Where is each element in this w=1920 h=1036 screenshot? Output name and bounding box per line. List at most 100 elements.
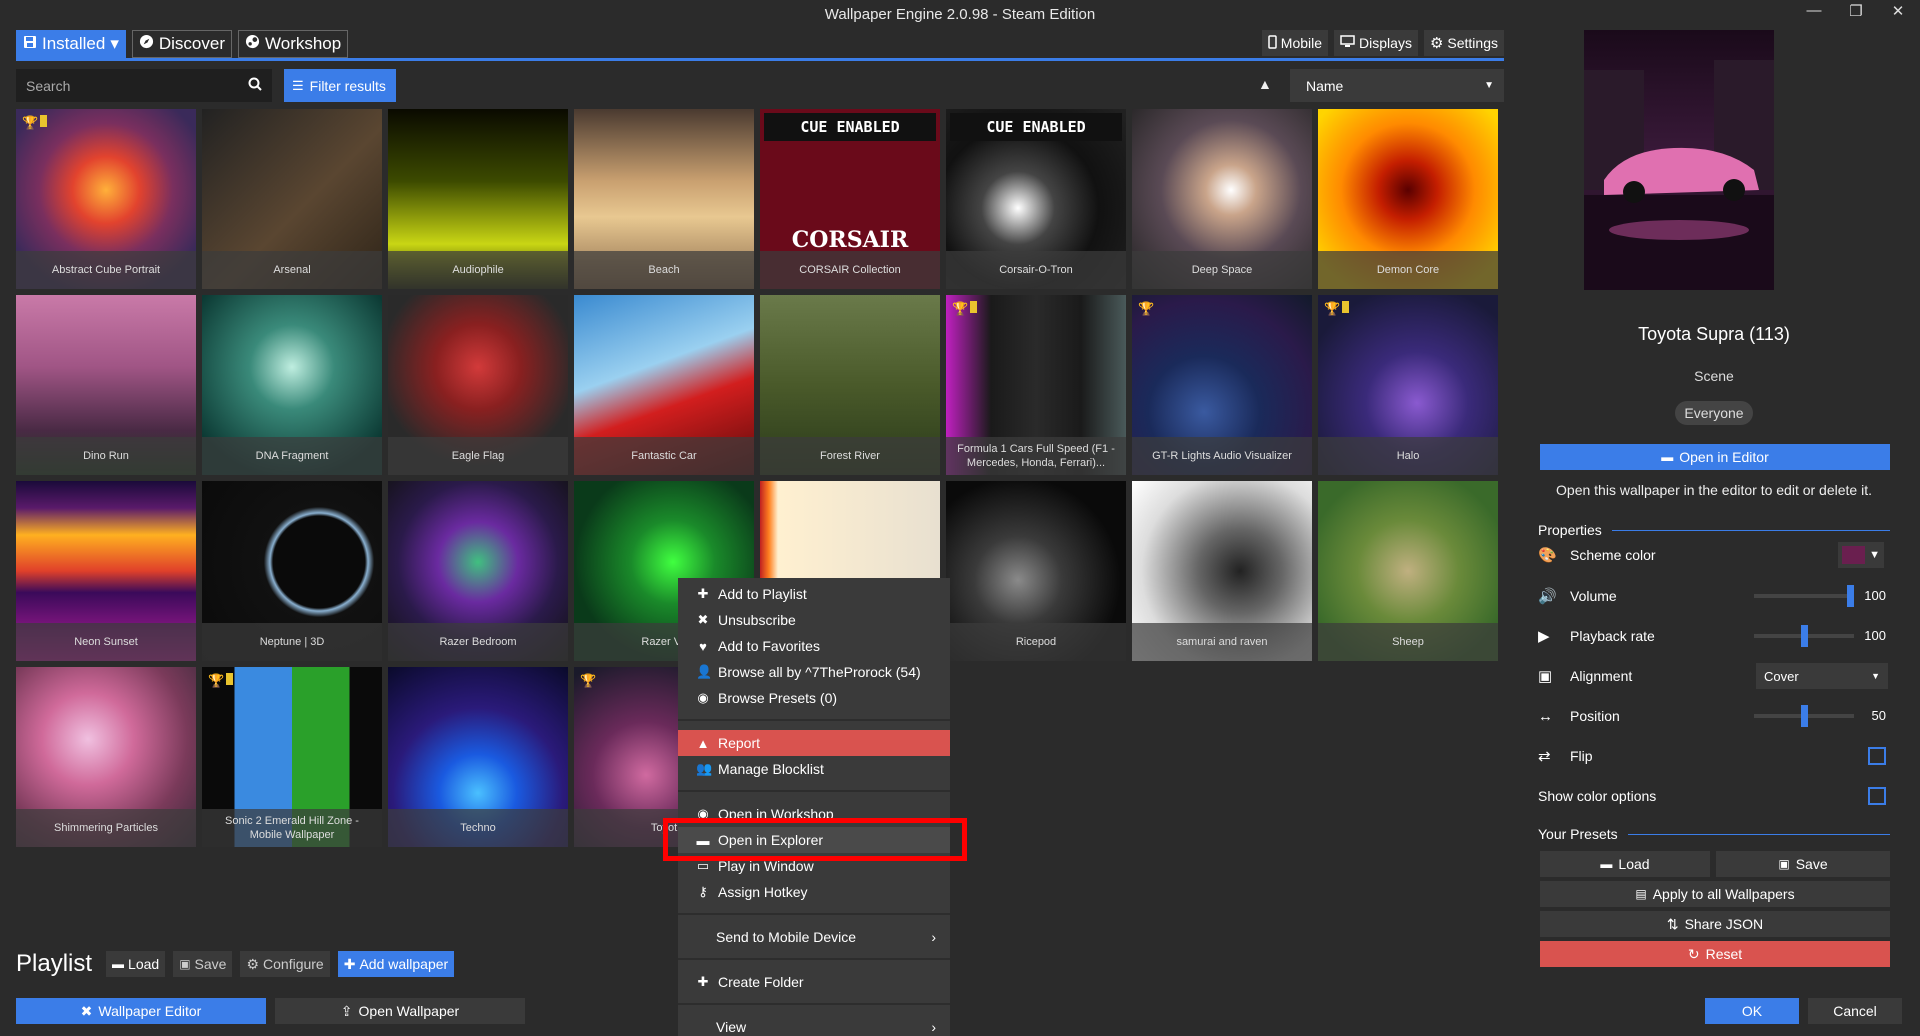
tab-installed[interactable]: Installed ▾ bbox=[16, 30, 126, 58]
close-button[interactable]: ✕ bbox=[1878, 2, 1918, 20]
slider-handle[interactable] bbox=[1847, 585, 1854, 607]
position-slider[interactable] bbox=[1754, 705, 1854, 727]
menu-add-to-playlist[interactable]: ✚ Add to Playlist bbox=[678, 581, 950, 607]
show-color-checkbox[interactable] bbox=[1868, 787, 1886, 805]
wallpaper-tile[interactable]: 🏆 Halo bbox=[1318, 295, 1498, 475]
wallpaper-tile[interactable]: Razer Bedroom bbox=[388, 481, 568, 661]
property-label: Position bbox=[1570, 708, 1620, 724]
wallpaper-tile[interactable]: DNA Fragment bbox=[202, 295, 382, 475]
playlist-bar: Playlist ▬ Load ▣ Save ⚙ Configure ✚ Add wal… bbox=[16, 950, 455, 978]
content-rating-badge: Everyone bbox=[1675, 401, 1753, 425]
scheme-color-picker[interactable]: ▼ bbox=[1838, 542, 1884, 568]
playback-rate-slider[interactable] bbox=[1754, 625, 1854, 647]
preset-load-button[interactable]: ▬ Load bbox=[1540, 851, 1710, 877]
playback-rate-value: 100 bbox=[1864, 628, 1886, 643]
badges: 🏆 bbox=[22, 115, 48, 131]
ok-button[interactable]: OK bbox=[1705, 998, 1799, 1024]
wallpaper-tile[interactable]: Neon Sunset bbox=[16, 481, 196, 661]
mobile-button[interactable]: Mobile bbox=[1261, 30, 1329, 56]
apply-all-button[interactable]: ▤ Apply to all Wallpapers bbox=[1540, 881, 1890, 907]
flip-row: ⇄ Flip bbox=[1538, 741, 1890, 771]
reset-button[interactable]: ↻ Reset bbox=[1540, 941, 1890, 967]
menu-browse-presets[interactable]: ◉ Browse Presets (0) bbox=[678, 685, 950, 711]
slider-handle[interactable] bbox=[1800, 705, 1808, 727]
wallpaper-tile[interactable]: Techno bbox=[388, 667, 568, 847]
menu-report[interactable]: ▲ Report bbox=[678, 730, 950, 756]
wallpaper-name: Neon Sunset bbox=[16, 623, 196, 661]
menu-add-to-favorites[interactable]: ♥ Add to Favorites bbox=[678, 633, 950, 659]
wallpaper-tile[interactable]: Shimmering Particles bbox=[16, 667, 196, 847]
wallpaper-tile[interactable]: Fantastic Car bbox=[574, 295, 754, 475]
wallpaper-tile[interactable]: CUE ENABLED CORSAIR CORSAIR Collection bbox=[760, 109, 940, 289]
heart-icon: ♥ bbox=[699, 638, 707, 654]
menu-assign-hotkey[interactable]: ⚷ Assign Hotkey bbox=[678, 879, 950, 905]
plus-icon: ✚ bbox=[697, 586, 709, 601]
property-label: Alignment bbox=[1570, 668, 1633, 684]
playlist-save-button[interactable]: ▣ Save bbox=[173, 951, 233, 977]
filter-results-button[interactable]: ☰ Filter results bbox=[284, 69, 396, 102]
wallpaper-tile[interactable]: Audiophile bbox=[388, 109, 568, 289]
search-input[interactable]: Search bbox=[16, 69, 272, 102]
cancel-button[interactable]: Cancel bbox=[1808, 998, 1902, 1024]
tab-workshop[interactable]: Workshop bbox=[238, 30, 349, 58]
playlist-load-button[interactable]: ▬ Load bbox=[106, 951, 166, 977]
menu-divider bbox=[678, 790, 950, 792]
wallpaper-tile[interactable]: Dino Run bbox=[16, 295, 196, 475]
wallpaper-tile[interactable]: Sheep bbox=[1318, 481, 1498, 661]
menu-manage-blocklist[interactable]: 👥 Manage Blocklist bbox=[678, 756, 950, 782]
wallpaper-tile[interactable]: Arsenal bbox=[202, 109, 382, 289]
minimize-button[interactable]: — bbox=[1794, 2, 1834, 19]
volume-slider[interactable] bbox=[1754, 585, 1854, 607]
wallpaper-tile[interactable]: 🏆 GT-R Lights Audio Visualizer bbox=[1132, 295, 1312, 475]
menu-send-to-mobile[interactable]: Send to Mobile Device › bbox=[678, 924, 950, 950]
tag-icon bbox=[226, 673, 234, 685]
button-label: Save bbox=[1795, 856, 1828, 872]
sort-direction-icon[interactable]: ▲ bbox=[1258, 76, 1272, 92]
palette-icon: 🎨 bbox=[1538, 547, 1557, 564]
open-wallpaper-button[interactable]: ⇪ Open Wallpaper bbox=[275, 998, 525, 1024]
wallpaper-editor-button[interactable]: ✖ Wallpaper Editor bbox=[16, 998, 266, 1024]
menu-label: Send to Mobile Device bbox=[716, 929, 857, 945]
alignment-select[interactable]: Cover ▼ bbox=[1756, 663, 1888, 689]
position-value: 50 bbox=[1871, 708, 1886, 723]
wallpaper-tile[interactable]: 🏆 Abstract Cube Portrait bbox=[16, 109, 196, 289]
slider-handle[interactable] bbox=[1800, 625, 1808, 647]
sort-field-select[interactable]: Name ▼ bbox=[1290, 69, 1504, 102]
flip-checkbox[interactable] bbox=[1868, 747, 1886, 765]
menu-label: Browse all by ^7TheProrock (54) bbox=[718, 664, 921, 680]
menu-unsubscribe[interactable]: ✖ Unsubscribe bbox=[678, 607, 950, 633]
menu-create-folder[interactable]: ✚ Create Folder bbox=[678, 969, 950, 995]
settings-button[interactable]: ⚙ Settings bbox=[1423, 30, 1504, 56]
trophy-icon: 🏆 bbox=[1324, 301, 1341, 316]
select-value: Cover bbox=[1764, 668, 1799, 684]
trophy-icon: 🏆 bbox=[580, 673, 597, 688]
restore-button[interactable]: ❐ bbox=[1836, 2, 1876, 20]
wallpaper-tile[interactable]: 🏆 Formula 1 Cars Full Speed (F1 - Merced… bbox=[946, 295, 1126, 475]
wallpaper-tile[interactable]: samurai and raven bbox=[1132, 481, 1312, 661]
badges: 🏆 bbox=[952, 301, 978, 317]
wallpaper-title: Toyota Supra (113) bbox=[1638, 324, 1790, 344]
button-label: Open Wallpaper bbox=[358, 1003, 460, 1019]
wallpaper-name: Forest River bbox=[760, 437, 940, 475]
share-json-button[interactable]: ⇅ Share JSON bbox=[1540, 911, 1890, 937]
button-label: Configure bbox=[263, 956, 324, 972]
displays-button[interactable]: Displays bbox=[1334, 30, 1418, 56]
wallpaper-tile[interactable]: Neptune | 3D bbox=[202, 481, 382, 661]
wallpaper-tile[interactable]: Eagle Flag bbox=[388, 295, 568, 475]
add-wallpaper-button[interactable]: ✚ Add wallpaper bbox=[337, 951, 455, 977]
open-in-editor-button[interactable]: ▬ Open in Editor bbox=[1540, 444, 1890, 470]
wallpaper-tile[interactable]: Demon Core bbox=[1318, 109, 1498, 289]
preset-save-button[interactable]: ▣ Save bbox=[1716, 851, 1890, 877]
wallpaper-tile[interactable]: CUE ENABLED Corsair-O-Tron bbox=[946, 109, 1126, 289]
wallpaper-tile[interactable]: Ricepod bbox=[946, 481, 1126, 661]
property-label: Volume bbox=[1570, 588, 1617, 604]
wallpaper-tile[interactable]: Forest River bbox=[760, 295, 940, 475]
menu-view[interactable]: View › bbox=[678, 1014, 950, 1036]
wallpaper-name: CORSAIR Collection bbox=[760, 251, 940, 289]
menu-browse-author[interactable]: 👤 Browse all by ^7TheProrock (54) bbox=[678, 659, 950, 685]
wallpaper-tile[interactable]: Deep Space bbox=[1132, 109, 1312, 289]
playlist-configure-button[interactable]: ⚙ Configure bbox=[240, 951, 330, 977]
wallpaper-tile[interactable]: Beach bbox=[574, 109, 754, 289]
wallpaper-tile[interactable]: 🏆 Sonic 2 Emerald Hill Zone - Mobile Wal… bbox=[202, 667, 382, 847]
tab-discover[interactable]: Discover bbox=[131, 30, 232, 58]
